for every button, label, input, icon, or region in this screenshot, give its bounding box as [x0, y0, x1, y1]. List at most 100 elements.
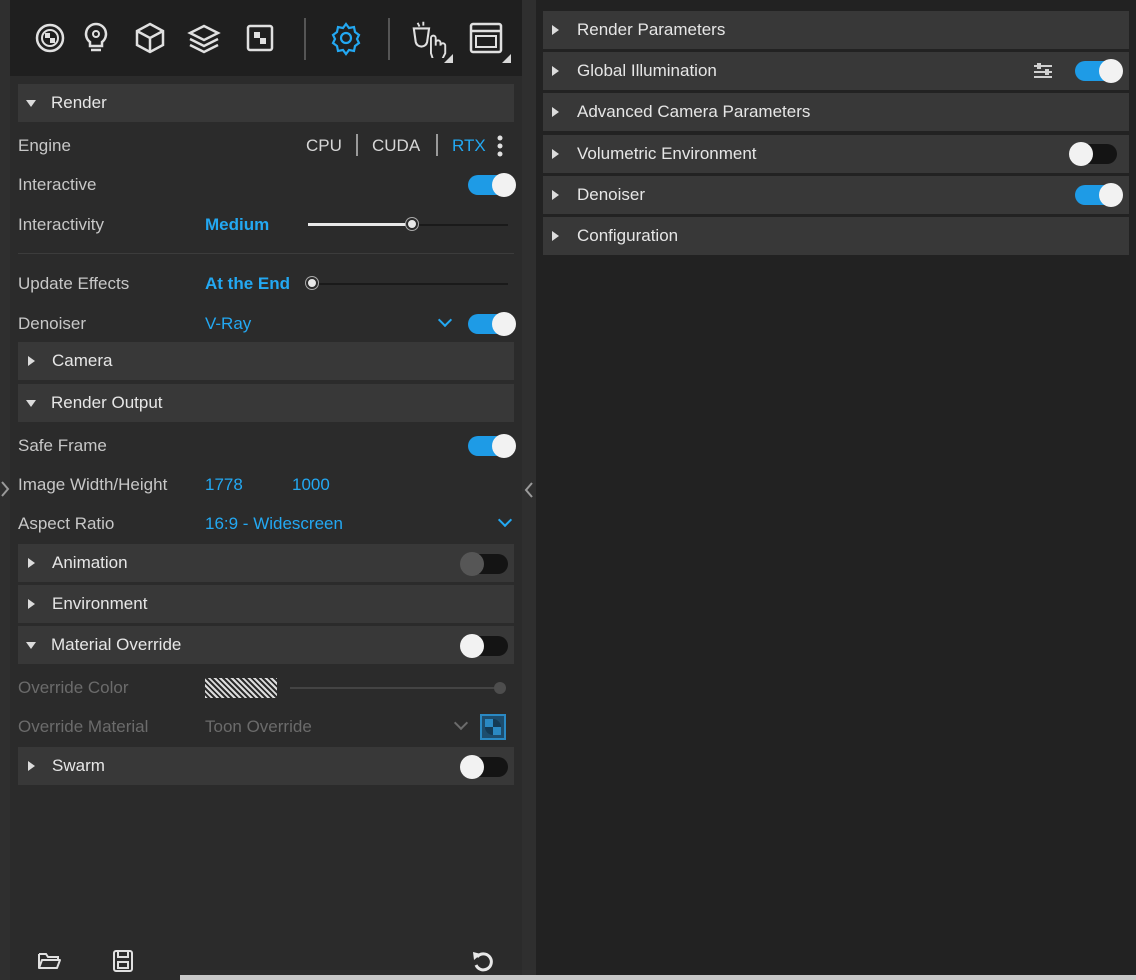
- safe-frame-row: Safe Frame: [10, 426, 522, 466]
- expand-triangle-icon: [28, 599, 35, 609]
- material-editor-icon[interactable]: [480, 714, 506, 740]
- interactive-row: Interactive: [10, 165, 522, 205]
- update-effects-slider-handle[interactable]: [306, 277, 318, 289]
- volumetric-environment-toggle[interactable]: [1069, 142, 1117, 166]
- toggle-knob: [492, 173, 516, 197]
- denoiser-toggle[interactable]: [468, 312, 516, 336]
- denoiser-section-header[interactable]: Denoiser: [543, 176, 1129, 214]
- dropdown-corner-icon: [502, 54, 511, 63]
- toggle-knob: [492, 312, 516, 336]
- expand-triangle-icon: [28, 558, 35, 568]
- settings-icon[interactable]: [326, 18, 366, 58]
- dropdown-corner-icon: [444, 54, 453, 63]
- engine-separator: [356, 134, 358, 156]
- toggle-knob: [460, 755, 484, 779]
- section-title: Render: [51, 93, 107, 112]
- section-title: Render Output: [51, 393, 163, 412]
- section-title: Camera: [52, 351, 113, 370]
- environment-section-header[interactable]: Environment: [18, 585, 514, 623]
- section-title: Global Illumination: [577, 61, 717, 80]
- override-material-label: Override Material: [18, 717, 149, 736]
- layers-icon[interactable]: [184, 18, 224, 58]
- denoiser-value[interactable]: V-Ray: [205, 314, 251, 334]
- expand-triangle-icon: [552, 231, 559, 241]
- engine-option-cpu[interactable]: CPU: [306, 136, 342, 156]
- interactivity-slider-handle[interactable]: [406, 218, 418, 230]
- engine-option-cuda[interactable]: CUDA: [372, 136, 420, 156]
- override-material-dropdown-chevron-icon[interactable]: [453, 715, 469, 731]
- image-width-field[interactable]: 1778: [205, 475, 243, 495]
- safe-frame-toggle[interactable]: [468, 434, 516, 458]
- open-folder-icon[interactable]: [36, 949, 62, 973]
- safe-frame-label: Safe Frame: [18, 436, 107, 455]
- toolbar-separator: [304, 18, 306, 60]
- override-color-swatch[interactable]: [205, 678, 277, 698]
- override-material-row: Override Material Toon Override: [10, 707, 522, 747]
- expand-triangle-icon: [552, 190, 559, 200]
- panel-splitter[interactable]: [522, 0, 536, 980]
- divider: [18, 253, 514, 254]
- engine-option-rtx[interactable]: RTX: [452, 136, 486, 156]
- render-parameters-section-header[interactable]: Render Parameters: [543, 11, 1129, 49]
- denoiser-row: Denoiser V-Ray: [10, 304, 522, 344]
- interactivity-row: Interactivity Medium: [10, 205, 522, 245]
- camera-section-header[interactable]: Camera: [18, 342, 514, 380]
- taskbar-edge: [180, 975, 1136, 980]
- denoiser-toggle[interactable]: [1075, 183, 1123, 207]
- lights-icon[interactable]: [76, 18, 116, 58]
- swarm-section-header[interactable]: Swarm: [18, 747, 514, 785]
- image-height-field[interactable]: 1000: [292, 475, 330, 495]
- interactivity-slider-fill: [308, 223, 412, 226]
- animation-section-header[interactable]: Animation: [18, 544, 514, 582]
- update-effects-label: Update Effects: [18, 274, 130, 293]
- override-color-slider-handle[interactable]: [494, 682, 506, 694]
- image-size-label: Image Width/Height: [18, 475, 168, 494]
- toggle-knob: [460, 552, 484, 576]
- section-title: Volumetric Environment: [577, 144, 757, 163]
- aspect-ratio-dropdown-chevron-icon[interactable]: [497, 512, 513, 528]
- reset-icon[interactable]: [470, 949, 496, 973]
- collapse-panel-chevron-icon[interactable]: [522, 480, 536, 500]
- section-title: Swarm: [52, 756, 105, 775]
- image-size-row: Image Width/Height 1778 1000: [10, 465, 522, 505]
- volumetric-environment-section-header[interactable]: Volumetric Environment: [543, 135, 1129, 173]
- toggle-knob: [1069, 142, 1093, 166]
- collapse-triangle-icon: [26, 641, 36, 649]
- save-icon[interactable]: [110, 949, 136, 973]
- section-title: Denoiser: [577, 185, 646, 204]
- toolbar-separator: [388, 18, 390, 60]
- animation-toggle[interactable]: [460, 552, 508, 576]
- swarm-toggle[interactable]: [460, 755, 508, 779]
- section-title: Environment: [52, 594, 148, 613]
- render-settings-panel: Render Engine CPU CUDA RTX Interactive I…: [10, 0, 522, 980]
- material-override-toggle[interactable]: [460, 634, 508, 658]
- interactive-toggle[interactable]: [468, 173, 516, 197]
- advanced-camera-parameters-section-header[interactable]: Advanced Camera Parameters: [543, 93, 1129, 131]
- configuration-section-header[interactable]: Configuration: [543, 217, 1129, 255]
- override-color-slider-track[interactable]: [290, 687, 502, 689]
- render-output-section-header[interactable]: Render Output: [18, 384, 514, 422]
- section-title: Animation: [52, 553, 128, 572]
- materials-icon[interactable]: [30, 18, 70, 58]
- global-illumination-toggle[interactable]: [1075, 59, 1123, 83]
- collapse-triangle-icon: [26, 99, 36, 107]
- update-effects-slider-track[interactable]: [312, 283, 508, 285]
- material-override-section-header[interactable]: Material Override: [18, 626, 514, 664]
- sliders-settings-icon[interactable]: [1033, 62, 1053, 80]
- denoiser-dropdown-chevron-icon[interactable]: [437, 312, 453, 328]
- more-options-icon[interactable]: [496, 135, 504, 157]
- render-section-header[interactable]: Render: [18, 84, 514, 122]
- collapse-triangle-icon: [26, 399, 36, 407]
- update-effects-row: Update Effects At the End: [10, 264, 522, 304]
- aspect-ratio-value[interactable]: 16:9 - Widescreen: [205, 514, 343, 534]
- expand-left-chevron-icon[interactable]: [0, 479, 10, 499]
- render-interactive-icon[interactable]: [410, 18, 453, 63]
- textures-icon[interactable]: [240, 18, 280, 58]
- expand-triangle-icon: [552, 149, 559, 159]
- global-illumination-section-header[interactable]: Global Illumination: [543, 52, 1129, 90]
- frame-buffer-icon[interactable]: [466, 18, 511, 63]
- toggle-knob: [492, 434, 516, 458]
- override-material-value[interactable]: Toon Override: [205, 717, 312, 737]
- engine-row: Engine CPU CUDA RTX: [10, 126, 522, 166]
- geometry-icon[interactable]: [130, 18, 170, 58]
